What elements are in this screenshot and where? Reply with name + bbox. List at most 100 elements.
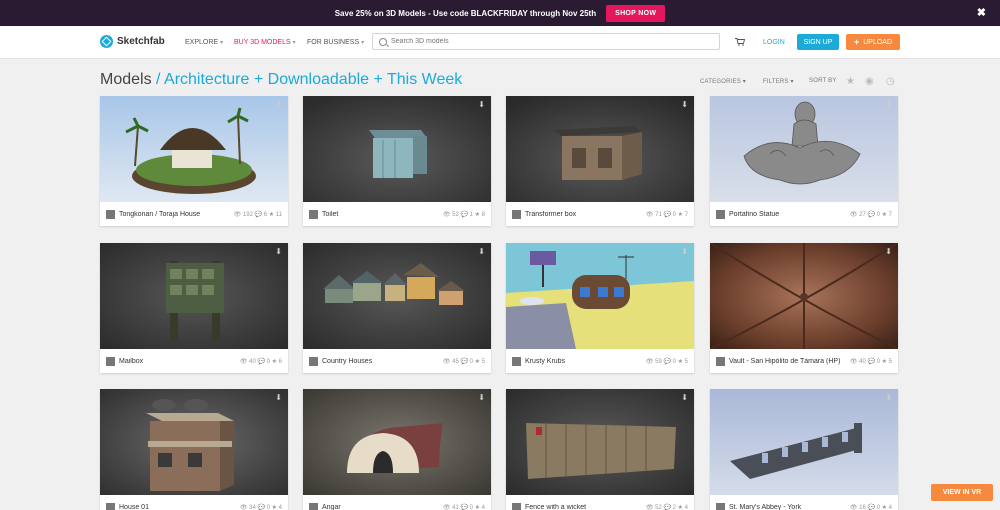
model-info: Vault - San Hipólito de Támara (HP) 👁 40… bbox=[710, 349, 898, 373]
download-icon: ⬇ bbox=[275, 100, 282, 109]
model-thumbnail[interactable]: ⬇ bbox=[710, 243, 898, 349]
model-card[interactable]: ⬇ Portafino Statue 👁 27 💬 0 ★ 7 bbox=[710, 96, 898, 226]
model-name[interactable]: St. Mary's Abbey - York bbox=[729, 504, 850, 510]
model-name[interactable]: Fence with a wicket bbox=[525, 504, 646, 510]
model-card[interactable]: ⬇ Angar 👁 41 💬 0 ★ 4 bbox=[303, 389, 491, 510]
model-name[interactable]: Toilet bbox=[322, 211, 443, 218]
navbar: Sketchfab EXPLORE ▾ BUY 3D MODELS ▾ FOR BU… bbox=[0, 26, 1000, 59]
model-thumbnail[interactable]: ⬇ bbox=[100, 243, 288, 349]
avatar[interactable] bbox=[716, 209, 725, 219]
avatar[interactable] bbox=[309, 356, 318, 366]
search-bar[interactable] bbox=[372, 33, 720, 50]
model-card[interactable]: ⬇ Transformer box 👁 71 💬 0 ★ 7 bbox=[506, 96, 694, 226]
model-thumbnail[interactable]: ⬇ bbox=[303, 389, 491, 495]
model-name[interactable]: Vault - San Hipólito de Támara (HP) bbox=[729, 358, 850, 365]
upload-label: UPLOAD bbox=[863, 38, 893, 46]
model-name[interactable]: Krusty Krubs bbox=[525, 358, 646, 365]
model-card[interactable]: ⬇ Country Houses 👁 45 💬 0 ★ 5 bbox=[303, 243, 491, 373]
view-in-vr-button[interactable]: VIEW IN VR bbox=[931, 484, 993, 501]
search-input[interactable] bbox=[391, 38, 691, 45]
model-thumbnail[interactable]: ⬇ bbox=[303, 96, 491, 202]
model-card[interactable]: ⬇ Fence with a wicket 👁 52 💬 2 ★ 4 bbox=[506, 389, 694, 510]
model-card[interactable]: ⬇ House 01 👁 34 💬 0 ★ 4 bbox=[100, 389, 288, 510]
model-info: House 01 👁 34 💬 0 ★ 4 bbox=[100, 495, 288, 510]
logo-text: Sketchfab bbox=[117, 36, 165, 47]
model-thumbnail[interactable]: ⬇ bbox=[303, 243, 491, 349]
upload-button[interactable]: + UPLOAD bbox=[846, 34, 900, 50]
avatar[interactable] bbox=[106, 356, 115, 366]
download-icon: ⬇ bbox=[681, 100, 688, 109]
logo[interactable]: Sketchfab bbox=[100, 35, 165, 48]
model-thumbnail[interactable]: ⬇ bbox=[100, 389, 288, 495]
page-title-main: Models bbox=[100, 71, 152, 88]
model-thumbnail[interactable]: ⬇ bbox=[100, 96, 288, 202]
model-name[interactable]: Transformer box bbox=[525, 211, 646, 218]
model-name[interactable]: House 01 bbox=[119, 504, 240, 510]
model-card[interactable]: ⬇ St. Mary's Abbey - York 👁 16 💬 0 ★ 4 bbox=[710, 389, 898, 510]
avatar[interactable] bbox=[309, 209, 318, 219]
star-sort-icon[interactable]: ★ bbox=[846, 76, 855, 87]
model-name[interactable]: Angar bbox=[322, 504, 443, 510]
model-stats: 👁 45 💬 0 ★ 5 bbox=[442, 358, 485, 365]
chevron-down-icon: ▾ bbox=[220, 40, 224, 46]
clock-sort-icon[interactable]: ◷ bbox=[886, 76, 895, 87]
avatar[interactable] bbox=[512, 502, 521, 510]
model-name[interactable]: Tongkonan / Toraja House bbox=[119, 211, 234, 218]
avatar[interactable] bbox=[512, 209, 521, 219]
model-stats: 👁 34 💬 0 ★ 4 bbox=[239, 504, 282, 510]
shop-now-button[interactable]: SHOP NOW bbox=[606, 4, 666, 22]
avatar[interactable] bbox=[106, 209, 115, 219]
model-info: Krusty Krubs 👁 59 💬 0 ★ 5 bbox=[506, 349, 694, 373]
promo-text: Save 25% on 3D Models - Use code BLACKFR… bbox=[334, 8, 597, 18]
categories-dropdown[interactable]: CATEGORIES ▾ bbox=[700, 78, 746, 85]
avatar[interactable] bbox=[106, 502, 115, 510]
download-icon: ⬇ bbox=[478, 247, 485, 256]
buy-3d-models-menu[interactable]: BUY 3D MODELS ▾ bbox=[234, 39, 296, 46]
model-stats: 👁 52 💬 1 ★ 8 bbox=[442, 211, 485, 218]
login-link[interactable]: LOGIN bbox=[763, 39, 785, 46]
explore-label: EXPLORE bbox=[185, 39, 219, 46]
avatar[interactable] bbox=[512, 356, 521, 366]
model-stats: 👁 71 💬 0 ★ 7 bbox=[645, 211, 688, 218]
model-card[interactable]: ⬇ Tongkonan / Toraja House 👁 192 💬 6 ★ 1… bbox=[100, 96, 288, 226]
model-info: Toilet 👁 52 💬 1 ★ 8 bbox=[303, 202, 491, 226]
eye-sort-icon[interactable]: ◉ bbox=[865, 76, 874, 87]
signup-button[interactable]: SIGN UP bbox=[797, 34, 839, 50]
for-business-menu[interactable]: FOR BUSINESS ▾ bbox=[307, 39, 364, 46]
model-info: St. Mary's Abbey - York 👁 16 💬 0 ★ 4 bbox=[710, 495, 898, 510]
model-thumbnail[interactable]: ⬇ bbox=[506, 389, 694, 495]
model-thumbnail[interactable]: ⬇ bbox=[710, 96, 898, 202]
model-name[interactable]: Country Houses bbox=[322, 358, 443, 365]
model-card[interactable]: ⬇ Mailbox 👁 40 💬 0 ★ 6 bbox=[100, 243, 288, 373]
promo-banner: Save 25% on 3D Models - Use code BLACKFR… bbox=[0, 0, 1000, 26]
model-name[interactable]: Mailbox bbox=[119, 358, 240, 365]
model-stats: 👁 16 💬 0 ★ 4 bbox=[849, 504, 892, 510]
download-icon: ⬇ bbox=[885, 247, 892, 256]
model-thumbnail[interactable]: ⬇ bbox=[506, 96, 694, 202]
business-label: FOR BUSINESS bbox=[307, 39, 360, 46]
model-thumbnail[interactable]: ⬇ bbox=[506, 243, 694, 349]
download-icon: ⬇ bbox=[275, 247, 282, 256]
download-icon: ⬇ bbox=[885, 100, 892, 109]
download-icon: ⬇ bbox=[681, 393, 688, 402]
download-icon: ⬇ bbox=[478, 393, 485, 402]
close-icon[interactable]: ✖ bbox=[977, 6, 986, 19]
explore-menu[interactable]: EXPLORE ▾ bbox=[185, 39, 223, 46]
filters-dropdown[interactable]: FILTERS ▾ bbox=[763, 78, 794, 85]
model-info: Fence with a wicket 👁 52 💬 2 ★ 4 bbox=[506, 495, 694, 510]
model-card[interactable]: ⬇ Krusty Krubs 👁 59 💬 0 ★ 5 bbox=[506, 243, 694, 373]
page-title-filter[interactable]: / Architecture + Downloadable + This Wee… bbox=[152, 71, 462, 88]
model-stats: 👁 41 💬 0 ★ 4 bbox=[442, 504, 485, 510]
avatar[interactable] bbox=[309, 502, 318, 510]
download-icon: ⬇ bbox=[681, 247, 688, 256]
avatar[interactable] bbox=[716, 356, 725, 366]
chevron-down-icon: ▾ bbox=[790, 79, 794, 85]
model-info: Portafino Statue 👁 27 💬 0 ★ 7 bbox=[710, 202, 898, 226]
cart-icon[interactable] bbox=[735, 38, 745, 46]
model-card[interactable]: ⬇ Toilet 👁 52 💬 1 ★ 8 bbox=[303, 96, 491, 226]
model-info: Country Houses 👁 45 💬 0 ★ 5 bbox=[303, 349, 491, 373]
model-thumbnail[interactable]: ⬇ bbox=[710, 389, 898, 495]
model-card[interactable]: ⬇ Vault - San Hipólito de Támara (HP) 👁 … bbox=[710, 243, 898, 373]
model-name[interactable]: Portafino Statue bbox=[729, 211, 850, 218]
avatar[interactable] bbox=[716, 502, 725, 510]
